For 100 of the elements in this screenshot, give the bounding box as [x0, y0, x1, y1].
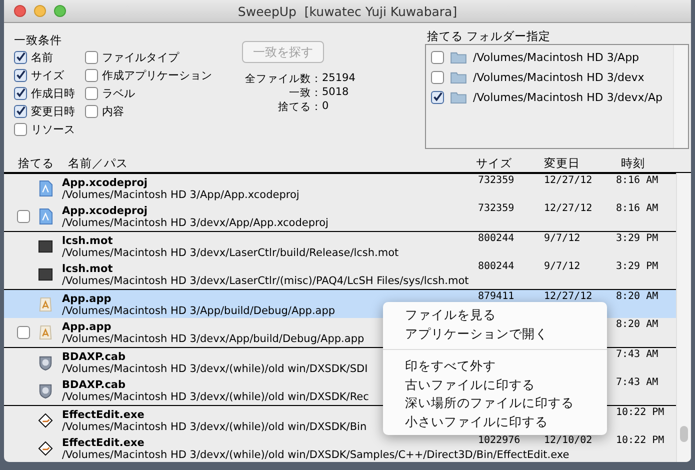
checkbox[interactable] [14, 50, 27, 64]
menu-item[interactable]: 印をすべて外す [383, 357, 607, 376]
file-size: 800244 [478, 233, 514, 244]
stat-label: 捨てる： [278, 100, 322, 114]
file-time: 3:29 PM [616, 233, 658, 244]
menu-item[interactable]: 小さいファイルに印する [383, 412, 607, 431]
file-path: /Volumes/Macintosh HD 3/App/App.xcodeproj [62, 188, 300, 202]
file-name: EffectEdit.exe [62, 409, 144, 421]
file-size: 1022976 [478, 435, 520, 446]
file-date: 12/27/12 [544, 291, 592, 302]
file-time: 8:20 AM [616, 291, 658, 302]
checkbox-label: 内容 [102, 104, 124, 118]
file-name: App.xcodeproj [62, 205, 148, 217]
checkbox[interactable] [16, 326, 30, 339]
checkbox[interactable] [85, 104, 98, 118]
folder-icon [450, 70, 467, 84]
folder-path: /Volumes/Macintosh HD 3/devx [473, 70, 644, 84]
file-date: 12/10/02 [544, 435, 592, 446]
file-path: /Volumes/Macintosh HD 3/devx/App/App.xcodeproj [62, 216, 328, 230]
stat-value: 5018 [322, 86, 350, 100]
file-name: App.app [62, 293, 112, 305]
file-size: 879411 [478, 291, 514, 302]
diamond-icon [38, 440, 53, 457]
column-header[interactable]: サイズ [476, 156, 512, 171]
app-icon [38, 324, 53, 341]
column-header[interactable]: 時刻 [621, 156, 645, 171]
checkbox[interactable] [431, 50, 444, 64]
checkbox[interactable] [14, 104, 27, 118]
file-time: 8:20 AM [616, 319, 658, 330]
file-time: 8:16 AM [616, 175, 658, 186]
stat-value: 25194 [322, 72, 356, 86]
file-date: 12/27/12 [544, 203, 592, 214]
file-name: lcsh.mot [62, 235, 113, 247]
file-time: 10:22 PM [616, 435, 664, 446]
shield-icon [38, 354, 53, 370]
checkbox[interactable] [14, 122, 27, 136]
file-time: 8:16 AM [616, 203, 658, 214]
document-icon [38, 180, 53, 196]
checkbox[interactable] [16, 210, 30, 223]
file-path: /Volumes/Macintosh HD 3/devx/LaserCtlr/(misc)/PAQ4/LcSH Files/sys/lcsh.mot [62, 274, 469, 288]
app-icon [38, 296, 53, 312]
checkbox-label: 名前 [31, 50, 53, 64]
checkbox-label: ラベル [102, 86, 135, 100]
folder-path: /Volumes/Macintosh HD 3/devx/Ap [473, 90, 663, 104]
file-path: /Volumes/Macintosh HD 3/devx/App/build/Debug/App.app [62, 332, 364, 346]
document-icon [38, 208, 53, 225]
file-name: App.app [62, 321, 112, 333]
folder-icon [450, 50, 467, 64]
checkbox-label: サイズ [31, 68, 64, 82]
checkbox[interactable] [85, 68, 98, 82]
file-path: /Volumes/Macintosh HD 3/App/build/Debug/App.app [62, 304, 336, 318]
zoom-button[interactable] [54, 5, 66, 17]
file-time: 3:29 PM [616, 261, 658, 272]
file-date: 12/27/12 [544, 175, 592, 186]
column-header[interactable]: 変更日 [544, 156, 580, 171]
checkbox-label: ファイルタイプ [102, 50, 179, 64]
section-label: 一致条件 [14, 33, 63, 48]
file-name: EffectEdit.exe [62, 437, 144, 449]
file-path: /Volumes/Macintosh HD 3/devx/LaserCtlr/build/Release/lcsh.mot [62, 246, 399, 260]
checkbox[interactable] [85, 50, 98, 64]
menu-item[interactable]: アプリケーションで開く [383, 324, 607, 343]
diamond-icon [38, 412, 53, 428]
checkbox-label: 作成アプリケーション [102, 68, 212, 82]
stat-label: 全ファイル数： [245, 72, 322, 86]
file-path: /Volumes/Macintosh HD 3/devx/(while)/old win/DXSDK/SDI [62, 362, 368, 376]
file-name: lcsh.mot [62, 263, 113, 275]
file-name: BDAXP.cab [62, 351, 126, 363]
file-size: 732359 [478, 175, 514, 186]
checkbox[interactable] [14, 68, 27, 82]
file-name: App.xcodeproj [62, 177, 148, 189]
file-size: 732359 [478, 203, 514, 214]
scrollbar-thumb[interactable] [680, 426, 688, 442]
checkbox[interactable] [431, 90, 444, 104]
file-path: /Volumes/Macintosh HD 3/devx/(while)/old win/DXSDK/Samples/C++/Direct3D/Bin/EffectEdit.exe [62, 448, 570, 462]
menu-item[interactable]: 古いファイルに印する [383, 376, 607, 394]
checkbox-label: リソース [31, 122, 75, 136]
checkbox[interactable] [431, 70, 444, 84]
file-time: 7:43 AM [616, 377, 658, 388]
shield-icon [38, 382, 53, 399]
folder-icon [450, 90, 467, 104]
file-path: /Volumes/Macintosh HD 3/devx/(while)/old win/DXSDK/Bin [62, 420, 367, 434]
file-date: 9/7/12 [544, 233, 580, 244]
checkbox[interactable] [14, 86, 27, 100]
column-header[interactable]: 捨てる [18, 156, 54, 171]
window-title: SweepUp [kuwatec Yuji Kuwabara] [238, 4, 458, 18]
file-size: 800244 [478, 261, 514, 272]
menu-item[interactable]: 深い場所のファイルに印する [383, 394, 607, 412]
minimize-button[interactable] [34, 5, 46, 17]
stat-label: 一致： [289, 86, 322, 100]
file-path: /Volumes/Macintosh HD 3/devx/(while)/old win/DXSDK/Rec [62, 390, 369, 404]
section-label: 捨てる フォルダー指定 [426, 29, 552, 44]
file-time: 7:43 AM [616, 349, 658, 360]
close-button[interactable] [14, 5, 26, 17]
checkbox-label: 作成日時 [31, 86, 75, 100]
file-date: 9/7/12 [544, 261, 580, 272]
file-name: BDAXP.cab [62, 379, 126, 391]
stat-value: 0 [322, 100, 330, 114]
column-header[interactable]: 名前／パス [68, 156, 128, 171]
checkbox-label: 変更日時 [31, 104, 75, 118]
checkbox[interactable] [85, 86, 98, 100]
